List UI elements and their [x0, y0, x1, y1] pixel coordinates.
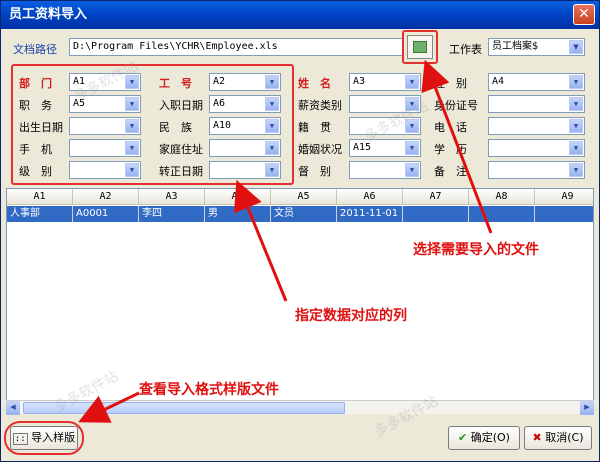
annotation-arrows: [78, 59, 493, 423]
arrow-to-template: [78, 391, 140, 423]
annotation-select-file: 选择需要导入的文件: [413, 242, 539, 258]
annotation-map-columns: 指定数据对应的列: [295, 308, 407, 324]
arrow-to-fields: [233, 179, 288, 302]
annotation-view-template: 查看导入格式样版文件: [139, 382, 279, 398]
arrow-to-browse: [421, 59, 493, 234]
import-dialog: 员工资料导入 ✕ 文档路径 D:\Program Files\YCHR\Empl…: [0, 0, 600, 462]
